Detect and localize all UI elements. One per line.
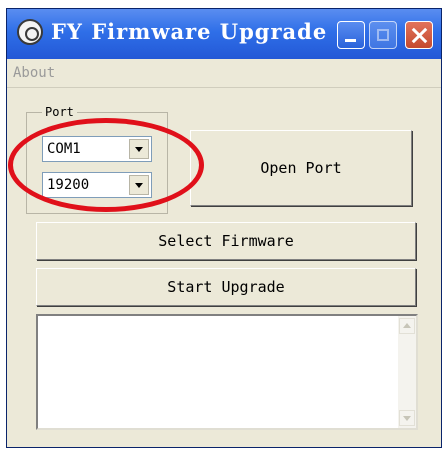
port-select-value: COM1 bbox=[47, 141, 81, 157]
baud-rate-value: 19200 bbox=[47, 177, 90, 193]
app-icon bbox=[17, 19, 43, 45]
start-upgrade-button[interactable]: Start Upgrade bbox=[36, 268, 416, 306]
open-port-button[interactable]: Open Port bbox=[190, 130, 412, 206]
chevron-down-icon[interactable] bbox=[129, 139, 149, 159]
menu-bar: About bbox=[7, 59, 441, 88]
window-title: FY Firmware Upgrade bbox=[51, 19, 328, 44]
port-groupbox bbox=[26, 112, 168, 214]
select-firmware-button[interactable]: Select Firmware bbox=[36, 222, 416, 260]
chevron-down-icon[interactable] bbox=[129, 175, 149, 195]
log-textarea[interactable] bbox=[36, 314, 418, 430]
maximize-icon bbox=[369, 21, 397, 49]
minimize-icon[interactable] bbox=[337, 21, 365, 49]
scroll-down-icon[interactable] bbox=[399, 410, 415, 426]
title-bar[interactable]: FY Firmware Upgrade bbox=[7, 9, 441, 59]
vertical-scrollbar[interactable] bbox=[398, 316, 416, 428]
port-group-legend: Port bbox=[42, 106, 77, 116]
port-select[interactable]: COM1 bbox=[42, 136, 152, 162]
baud-rate-select[interactable]: 19200 bbox=[42, 172, 152, 198]
scroll-up-icon[interactable] bbox=[399, 318, 415, 334]
close-icon[interactable] bbox=[405, 21, 433, 49]
menu-item-about[interactable]: About bbox=[13, 65, 55, 81]
